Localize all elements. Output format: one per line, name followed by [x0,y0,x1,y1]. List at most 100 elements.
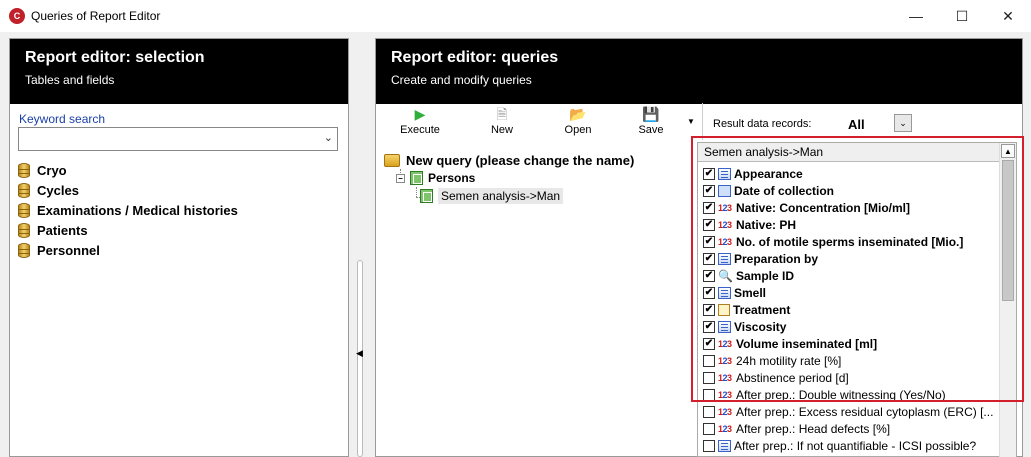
field-label: After prep.: Head defects [%] [736,421,891,436]
save-button[interactable]: 💾 Save [621,106,681,136]
selection-panel-title: Report editor: selection [25,49,205,66]
list-field-icon [718,252,731,265]
field-row[interactable]: ✔ Date of collection [703,182,834,199]
result-records-value[interactable]: All [848,117,865,132]
keyword-search-input[interactable]: ⌄ [18,127,338,151]
field-row[interactable]: ✔ Preparation by [703,250,818,267]
field-row[interactable]: ✔ 123 Native: Concentration [Mio/ml] [703,199,910,216]
field-label: Native: PH [736,217,797,232]
search-key-icon: 🔍 [718,268,733,283]
numeric-field-icon: 123 [718,355,732,366]
field-checkbox[interactable]: ✔ [703,252,715,265]
field-checkbox[interactable]: ✔ [703,218,715,231]
date-field-icon [718,184,731,197]
table-icon [410,171,423,185]
table-icon [420,189,433,203]
table-item-examinations[interactable]: Examinations / Medical histories [18,200,238,220]
query-node-semen-analysis[interactable]: Semen analysis->Man [420,187,564,205]
table-item-cycles[interactable]: Cycles [18,180,238,200]
execute-button[interactable]: ▶ Execute [390,106,450,136]
field-checkbox[interactable] [703,388,715,401]
table-item-personnel[interactable]: Personnel [18,240,238,260]
field-checkbox[interactable]: ✔ [703,201,715,214]
field-label: Treatment [733,302,791,317]
minimize-button[interactable]: — [893,0,939,32]
field-row[interactable]: ✔ Appearance [703,165,803,182]
field-checkbox[interactable]: ✔ [703,337,715,350]
field-checkbox[interactable]: ✔ [703,184,715,197]
field-label: After prep.: Excess residual cytoplasm (… [736,404,994,419]
close-button[interactable]: ✕ [985,0,1031,32]
field-label: Sample ID [736,268,795,283]
table-item-patients[interactable]: Patients [18,220,238,240]
new-label: New [490,124,513,136]
field-label: After prep.: If not quantifiable - ICSI … [734,438,977,453]
field-row[interactable]: ✔ Viscosity [703,318,786,335]
field-list-header: Semen analysis->Man [698,143,1001,162]
field-row[interactable]: After prep.: If not quantifiable - ICSI … [703,437,976,454]
panel-splitter[interactable]: ◀ [356,260,364,457]
field-row[interactable]: ✔ Treatment [703,301,790,318]
query-folder-icon [384,153,400,167]
field-checkbox[interactable] [703,354,715,367]
field-row[interactable]: ✔ 123 No. of motile sperms inseminated [Mi… [703,233,963,250]
field-row[interactable]: 123 After prep.: Head defects [%] [703,420,890,437]
field-list: Semen analysis->Man ▲ ✔ Appearance ✔ Date o… [697,142,1017,457]
window-title-bar: C Queries of Report Editor — ☐ ✕ [0,0,1031,32]
scroll-up-icon[interactable]: ▲ [1001,144,1015,158]
field-checkbox[interactable]: ✔ [703,235,715,248]
numeric-field-icon: 123 [718,389,732,400]
query-node-persons[interactable]: − Persons [396,169,475,187]
new-document-icon: 🗎 [496,106,508,122]
query-root-node[interactable]: New query (please change the name) [384,151,634,169]
field-row[interactable]: 123 After prep.: Double witnessing (Yes/N… [703,386,946,403]
scroll-thumb[interactable] [1002,160,1014,301]
result-records-label: Result data records: [713,118,812,130]
field-checkbox[interactable] [703,371,715,384]
edit-field-icon [718,303,730,316]
field-row[interactable]: ✔ Smell [703,284,766,301]
keyword-search-label: Keyword search [19,112,106,126]
field-label: Appearance [734,166,803,181]
selection-panel-subtitle: Tables and fields [25,73,115,87]
table-item-cryo[interactable]: Cryo [18,160,238,180]
list-field-icon [718,286,731,299]
collapse-arrow-icon[interactable]: ◀ [356,348,363,359]
database-icon [18,182,30,198]
field-row[interactable]: 123 24h motility rate [%] [703,352,841,369]
open-folder-icon: 📂 [569,106,587,122]
collapse-icon[interactable]: − [396,173,405,183]
field-checkbox[interactable]: ✔ [703,269,715,282]
field-row[interactable]: ✔ 123 Volume inseminated [ml] [703,335,877,352]
field-label: Viscosity [734,319,787,334]
list-field-icon [718,320,731,333]
field-checkbox[interactable]: ✔ [703,320,715,333]
field-row[interactable]: ✔ 🔍 Sample ID [703,267,794,284]
field-checkbox[interactable] [703,439,715,452]
open-button[interactable]: 📂 Open [548,106,608,136]
play-icon: ▶ [414,106,426,122]
maximize-button[interactable]: ☐ [939,0,985,32]
numeric-field-icon: 123 [718,406,732,417]
field-row[interactable]: 123 Abstinence period [d] [703,369,849,386]
toolbar-dropdown-icon[interactable]: ▼ [687,117,695,126]
field-row[interactable]: 123 After prep.: Excess residual cytoplas… [703,403,993,420]
field-row[interactable]: ✔ 123 Native: PH [703,216,796,233]
field-checkbox[interactable]: ✔ [703,167,715,180]
field-checkbox[interactable]: ✔ [703,286,715,299]
numeric-field-icon: 123 [718,423,732,434]
field-label: Date of collection [734,183,835,198]
field-checkbox[interactable] [703,405,715,418]
chevron-down-icon[interactable]: ⌄ [324,131,333,144]
queries-panel-subtitle: Create and modify queries [391,73,532,87]
result-records-dropdown[interactable]: ⌄ [894,114,912,132]
new-button[interactable]: 🗎 New [472,106,532,136]
field-checkbox[interactable]: ✔ [703,303,715,316]
field-list-scrollbar[interactable]: ▲ [999,143,1016,457]
tree-line [416,187,417,197]
list-field-icon [718,167,731,180]
field-checkbox[interactable] [703,422,715,435]
chevron-down-icon: ⌄ [899,118,907,128]
numeric-field-icon: 123 [718,202,732,213]
field-label: Smell [734,285,767,300]
